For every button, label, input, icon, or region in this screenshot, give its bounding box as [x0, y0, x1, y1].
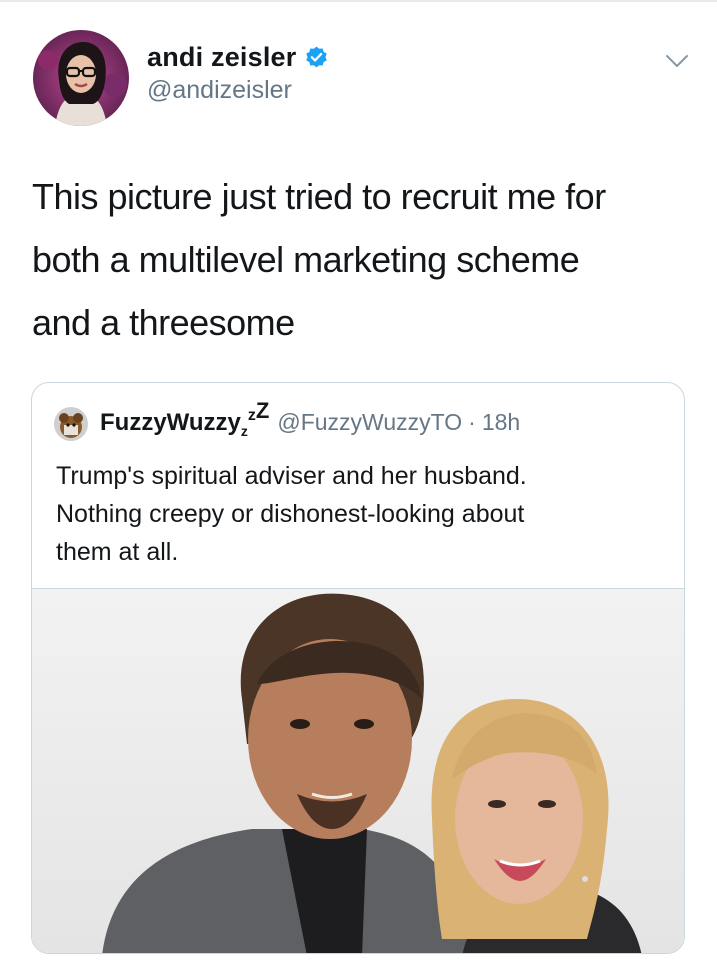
author-handle[interactable]: @andizeisler	[147, 76, 292, 105]
quoted-header: FuzzyWuzzy z z Z @FuzzyWuzzyTO · 18h	[100, 398, 520, 439]
photo-image	[32, 589, 684, 953]
author-display-name[interactable]: andi zeisler	[147, 42, 296, 73]
quoted-media-photo[interactable]	[32, 588, 684, 953]
author-name-row[interactable]: andi zeisler	[147, 39, 329, 75]
quoted-tweet-text: Trump's spiritual adviser and her husban…	[56, 462, 527, 566]
chevron-down-icon[interactable]	[664, 48, 690, 74]
quoted-avatar[interactable]	[54, 407, 88, 441]
quoted-separator: ·	[468, 409, 476, 435]
tweet-text: This picture just tried to recruit me fo…	[32, 176, 606, 343]
quoted-handle[interactable]: @FuzzyWuzzyTO	[277, 409, 462, 436]
quoted-name-suffix-sub: z	[240, 423, 248, 439]
quoted-avatar-image	[54, 407, 88, 441]
avatar-image	[33, 30, 129, 126]
verified-badge-icon	[306, 46, 328, 67]
quoted-tweet-card[interactable]: FuzzyWuzzy z z Z @FuzzyWuzzyTO · 18h Trump'…	[31, 382, 685, 954]
quoted-display-name[interactable]: FuzzyWuzzy	[100, 409, 241, 437]
quoted-name-suffix-sup: z	[247, 407, 256, 424]
quoted-name-suffix-big: Z	[255, 398, 270, 423]
top-divider	[0, 0, 717, 2]
quoted-timestamp[interactable]: 18h	[482, 409, 520, 436]
author-avatar[interactable]	[33, 30, 129, 126]
